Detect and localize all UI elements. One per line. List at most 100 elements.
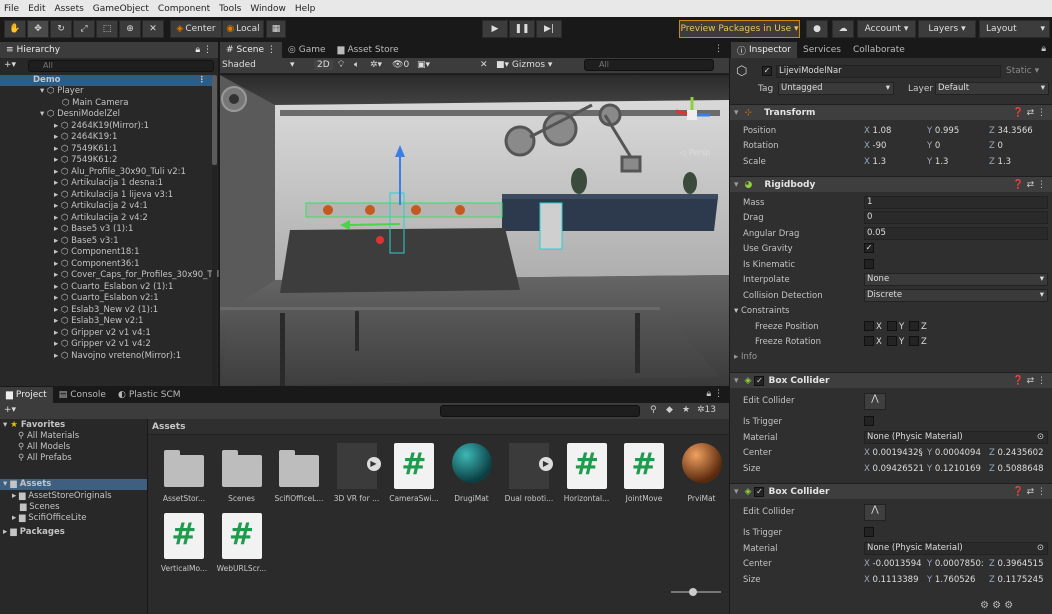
hierarchy-item[interactable]: ▸ ⬡ Component36:1	[54, 259, 140, 270]
menu-assets[interactable]: Assets	[55, 4, 84, 14]
foldout-icon[interactable]: ▸	[54, 144, 61, 154]
foldout-icon[interactable]: ▸	[54, 247, 61, 257]
hierarchy-item[interactable]: ▸ ⬡ Eslab3_New v2 (1):1	[54, 305, 158, 316]
foldout-icon[interactable]: ▸	[54, 155, 61, 165]
hierarchy-item[interactable]: ▸ ⬡ Navojno vreteno(Mirror):1	[54, 351, 181, 362]
transform-tool-icon[interactable]: ⊕	[119, 20, 141, 38]
edit-collider-button[interactable]: ⋀	[864, 393, 886, 410]
component-menu-icon[interactable]: ❓ ⇄ ⋮	[1013, 487, 1046, 497]
center-y[interactable]: Y 0.0004094	[927, 448, 981, 458]
drag-field[interactable]: 0	[864, 211, 1048, 224]
hierarchy-item[interactable]: ▸ ⬡ Gripper v2 v1 v4:1	[54, 328, 151, 339]
step-button[interactable]: ▶|	[536, 20, 562, 38]
rigidbody-header[interactable]: ▾ ◕ Rigidbody ❓ ⇄ ⋮	[730, 176, 1052, 192]
freeze-rot-z[interactable]	[909, 336, 919, 346]
freeze-pos-z[interactable]	[909, 321, 919, 331]
audio-icon[interactable]: 🔈︎	[354, 60, 359, 70]
hierarchy-item[interactable]: ▸ ⬡ Artikulacija 2 v4:1	[54, 201, 148, 212]
folder-scifiofficelite[interactable]: ▸ ▆ ScifiOfficeLite	[12, 513, 86, 524]
foldout-icon[interactable]: ▸	[54, 201, 61, 211]
asset-item[interactable]: DrugiMat	[440, 443, 504, 523]
asset-item[interactable]: PrviMat	[670, 443, 734, 523]
label-icon[interactable]: ◆	[666, 405, 673, 415]
foldout-icon[interactable]: ▸	[54, 167, 61, 177]
center-z[interactable]: Z 0.3964515	[989, 559, 1044, 569]
scale-x[interactable]: X 1.3	[864, 157, 886, 167]
tab-project[interactable]: ▆ Project	[0, 387, 53, 403]
asset-item[interactable]: Scenes	[210, 443, 274, 523]
hierarchy-item[interactable]: ▸ ⬡ Base5 v3 (1):1	[54, 224, 133, 235]
hierarchy-search[interactable]: All	[28, 60, 214, 72]
project-lock-icon[interactable]: 🔒︎ ⋮	[706, 389, 723, 399]
foldout-icon[interactable]: ▸	[54, 293, 61, 303]
foldout-icon[interactable]: ▸	[54, 316, 61, 326]
transform-header[interactable]: ▾ ⊹ Transform ❓ ⇄ ⋮	[730, 104, 1052, 120]
foldout-icon[interactable]: ▸	[54, 305, 61, 315]
tab-game[interactable]: ◎ Game	[282, 42, 332, 58]
asset-item[interactable]: # WebURLScr...	[210, 513, 274, 593]
scale-z[interactable]: Z 1.3	[989, 157, 1011, 167]
hierarchy-item[interactable]: ▸ ⬡ Cuarto_Eslabon v2 (1):1	[54, 282, 173, 293]
asset-item[interactable]: ScifiOfficeL...	[267, 443, 331, 523]
menu-edit[interactable]: Edit	[28, 4, 45, 14]
create-icon[interactable]: +▾	[4, 405, 16, 415]
size-y[interactable]: Y 1.760526	[927, 575, 975, 585]
mass-field[interactable]: 1	[864, 196, 1048, 209]
tab-scene[interactable]: # Scene ⋮	[220, 42, 282, 58]
space-toggle[interactable]: ◉ Local	[222, 20, 264, 38]
hierarchy-item[interactable]: ▸ ⬡ Cuarto_Eslabon v2:1	[54, 293, 159, 304]
asset-item[interactable]: # JointMove	[612, 443, 676, 523]
rotation-z[interactable]: Z 0	[989, 141, 1003, 151]
add-icon[interactable]: +▾	[4, 60, 16, 70]
constraints-foldout[interactable]: ▾ Constraints	[730, 303, 1052, 318]
box-collider-1-enabled[interactable]: ✓	[754, 375, 765, 386]
menu-window[interactable]: Window	[250, 4, 286, 14]
foldout-icon[interactable]: ▸	[54, 282, 61, 292]
grid-snap-icon[interactable]: ▦	[266, 20, 286, 38]
lock-icon[interactable]: 🔒︎ ⋮	[195, 45, 212, 55]
freeze-pos-y[interactable]	[887, 321, 897, 331]
menu-tools[interactable]: Tools	[219, 4, 241, 14]
account-dropdown[interactable]: Account ▾	[857, 20, 916, 38]
collision-detection-dropdown[interactable]: Discrete ▾	[864, 289, 1048, 302]
play-button[interactable]: ▶	[482, 20, 508, 38]
size-z[interactable]: Z 0.5088648	[989, 464, 1044, 474]
tab-asset-store[interactable]: ▆ Asset Store	[332, 42, 405, 58]
collab-icon[interactable]: ●	[806, 20, 828, 38]
center-y[interactable]: Y 0.0007850:	[927, 559, 984, 569]
tag-dropdown[interactable]: Untagged ▾	[778, 82, 894, 95]
tools-icon[interactable]: ✕	[480, 60, 488, 70]
component-menu-icon[interactable]: ❓ ⇄ ⋮	[1013, 108, 1046, 118]
is-trigger-checkbox[interactable]	[864, 416, 874, 426]
fx-icon[interactable]: ✲▾	[370, 60, 382, 70]
scene-viewport[interactable]: ◁ Persp	[220, 75, 729, 386]
freeze-rot-x[interactable]	[864, 336, 874, 346]
hand-tool-icon[interactable]: ✋	[4, 20, 26, 38]
tab-plastic-scm[interactable]: ◐ Plastic SCM	[112, 387, 187, 403]
2d-toggle[interactable]: 2D	[314, 60, 333, 70]
scene-camera-icon[interactable]: ▣▾	[417, 60, 430, 70]
asset-item[interactable]: ▶ Dual roboti...	[497, 443, 561, 523]
fav-all-models[interactable]: ⚲ All Models	[18, 442, 70, 453]
hierarchy-item[interactable]: ▸ ⬡ 7549K61:2	[54, 155, 117, 166]
lighting-icon[interactable]: 💡︎	[338, 60, 344, 70]
cloud-icon[interactable]: ☁	[832, 20, 854, 38]
position-x[interactable]: X 1.08	[864, 126, 891, 136]
hierarchy-item[interactable]: ▾ ⬡ Player	[40, 86, 84, 97]
foldout-icon[interactable]: ▸	[54, 339, 61, 349]
hierarchy-scrollbar[interactable]	[212, 75, 217, 385]
material-field[interactable]: None (Physic Material) ⊙	[864, 542, 1048, 555]
scene-search[interactable]: All	[584, 59, 714, 71]
tab-collaborate[interactable]: Collaborate	[847, 42, 911, 58]
status-icons[interactable]: ⚙ ⚙ ⚙	[980, 600, 1013, 611]
menu-component[interactable]: Component	[158, 4, 210, 14]
hierarchy-item[interactable]: ▸ ⬡ Alu_Profile_30x90_Tuli v2:1	[54, 167, 186, 178]
hierarchy-item[interactable]: ▸ ⬡ Gripper v2 v1 v4:2	[54, 339, 151, 350]
angular-drag-field[interactable]: 0.05	[864, 227, 1048, 240]
foldout-icon[interactable]: ▸	[54, 178, 61, 188]
foldout-icon[interactable]: ▸	[54, 328, 61, 338]
folder-scenes[interactable]: ▆ Scenes	[20, 502, 60, 513]
foldout-icon[interactable]: ▸	[54, 236, 61, 246]
favorites-folder[interactable]: ▾ ★ Favorites	[3, 420, 65, 431]
foldout-icon[interactable]: ▸	[54, 270, 61, 280]
